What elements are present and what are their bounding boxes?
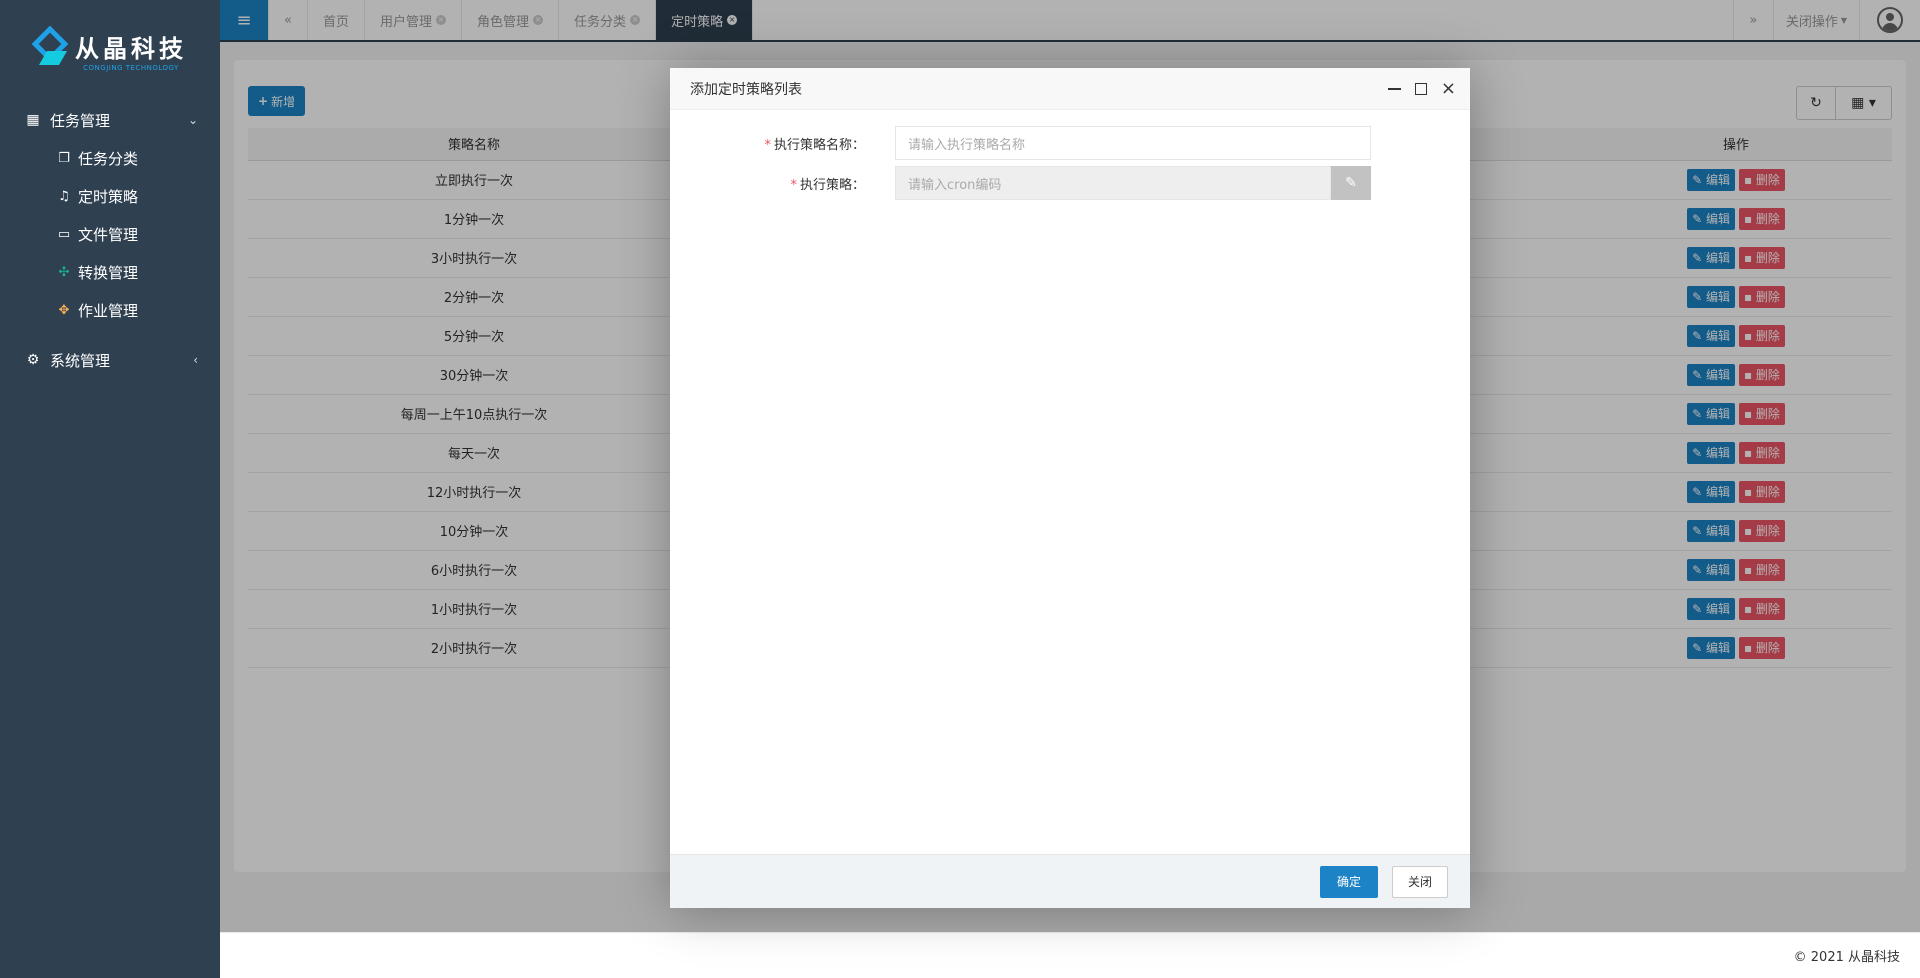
expand-icon: ✥ bbox=[58, 302, 70, 318]
minimize-icon[interactable] bbox=[1387, 87, 1401, 90]
add-strategy-dialog: 添加定时策略列表 × * 执行策略名称： 请输入执行策略名称 * 执行策略： 请输入… bbox=[670, 68, 1470, 908]
footer: © 2021 从晶科技 bbox=[220, 932, 1920, 978]
copy-icon: ❐ bbox=[58, 150, 70, 166]
compress-icon: ✣ bbox=[58, 264, 70, 280]
sidebar-item-job-management[interactable]: ✥ 作业管理 bbox=[0, 291, 220, 329]
strategy-name-input[interactable]: 请输入执行策略名称 bbox=[895, 126, 1371, 160]
bell-icon: ♫ bbox=[58, 188, 70, 204]
edit-cron-button[interactable]: ✎ bbox=[1331, 166, 1371, 200]
logo-mark-icon bbox=[31, 25, 69, 71]
sidebar-item-timed-strategy[interactable]: ♫ 定时策略 bbox=[0, 177, 220, 215]
dialog-footer: 确定 关闭 bbox=[670, 854, 1470, 908]
required-marker: * bbox=[764, 137, 771, 153]
gears-icon: ⚙ bbox=[26, 352, 40, 368]
close-icon[interactable]: × bbox=[1441, 78, 1456, 99]
strategy-cron-label: 执行策略： bbox=[799, 177, 865, 193]
chevron-left-icon: ‹ bbox=[193, 353, 198, 367]
strategy-cron-label-wrap: * 执行策略： bbox=[670, 174, 865, 193]
sidebar-item-label: 任务分类 bbox=[78, 149, 139, 168]
form-row-strategy-cron: * 执行策略： 请输入cron编码 ✎ bbox=[670, 166, 1470, 200]
required-marker: * bbox=[790, 177, 797, 193]
form-row-strategy-name: * 执行策略名称： 请输入执行策略名称 bbox=[670, 126, 1470, 160]
folder-open-icon: ▭ bbox=[57, 226, 71, 242]
sidebar-item-conversion-management[interactable]: ✣ 转换管理 bbox=[0, 253, 220, 291]
cron-placeholder: 请输入cron编码 bbox=[908, 177, 1002, 193]
copyright-text: © 2021 从晶科技 bbox=[1793, 950, 1900, 965]
confirm-button[interactable]: 确定 bbox=[1319, 865, 1378, 898]
strategy-name-placeholder: 请输入执行策略名称 bbox=[908, 137, 1026, 153]
sidebar-item-label: 文件管理 bbox=[78, 225, 139, 244]
sidebar: 从晶科技 CONGJING TECHNOLOGY ▦ 任务管理 ⌄ ❐ 任务分类… bbox=[0, 0, 220, 978]
edit-icon: ✎ bbox=[1345, 175, 1357, 191]
sidebar-item-label: 定时策略 bbox=[78, 187, 139, 206]
calendar-icon: ▦ bbox=[26, 112, 40, 128]
maximize-icon[interactable] bbox=[1414, 82, 1427, 95]
sidebar-item-label: 作业管理 bbox=[78, 301, 139, 320]
chevron-down-icon: ⌄ bbox=[187, 113, 198, 127]
brand-name-en: CONGJING TECHNOLOGY bbox=[83, 63, 179, 72]
brand-logo[interactable]: 从晶科技 CONGJING TECHNOLOGY bbox=[0, 0, 220, 100]
strategy-name-label: 执行策略名称： bbox=[773, 137, 865, 153]
sidebar-group-task-management[interactable]: ▦ 任务管理 ⌄ bbox=[0, 101, 220, 139]
sidebar-group-label: 系统管理 bbox=[50, 351, 111, 370]
dialog-title: 添加定时策略列表 bbox=[690, 81, 802, 98]
brand-name: 从晶科技 bbox=[75, 34, 187, 63]
sidebar-item-label: 转换管理 bbox=[78, 263, 139, 282]
strategy-name-label-wrap: * 执行策略名称： bbox=[670, 134, 865, 153]
dialog-header: 添加定时策略列表 × bbox=[670, 68, 1470, 110]
close-button[interactable]: 关闭 bbox=[1391, 865, 1448, 898]
sidebar-item-task-category[interactable]: ❐ 任务分类 bbox=[0, 139, 220, 177]
sidebar-group-label: 任务管理 bbox=[50, 111, 111, 130]
sidebar-item-file-management[interactable]: ▭ 文件管理 bbox=[0, 215, 220, 253]
sidebar-group-system-management[interactable]: ⚙ 系统管理 ‹ bbox=[0, 341, 220, 379]
cron-input[interactable]: 请输入cron编码 bbox=[895, 166, 1331, 200]
